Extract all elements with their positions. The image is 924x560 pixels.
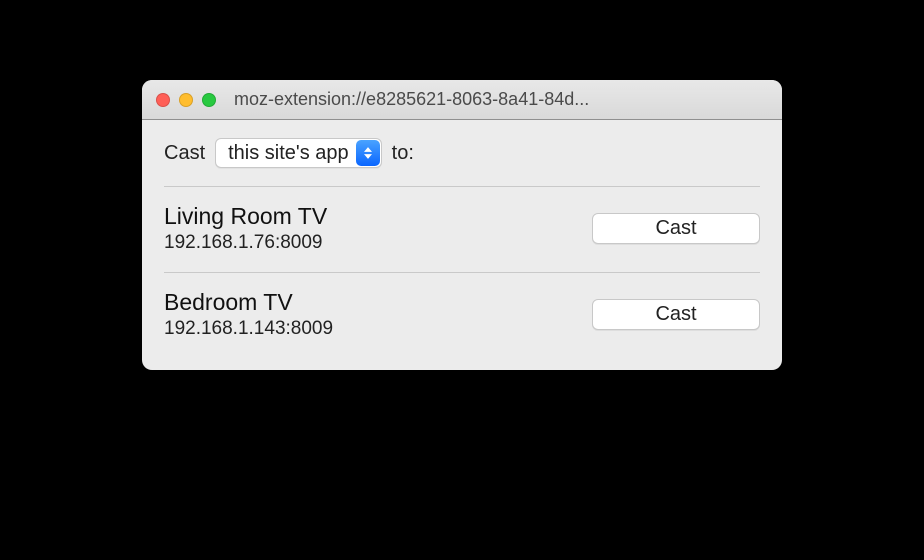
- traffic-lights: [156, 93, 216, 107]
- cast-suffix-label: to:: [392, 142, 414, 165]
- device-address: 192.168.1.143:8009: [164, 318, 592, 340]
- content: Cast this site's app to: Living Room TV …: [142, 120, 782, 370]
- cast-source-selected-label: this site's app: [228, 142, 349, 164]
- cast-button[interactable]: Cast: [592, 213, 760, 244]
- close-icon[interactable]: [156, 93, 170, 107]
- cast-source-select[interactable]: this site's app: [215, 138, 382, 168]
- device-row: Bedroom TV 192.168.1.143:8009 Cast: [164, 273, 760, 358]
- zoom-icon[interactable]: [202, 93, 216, 107]
- device-info: Living Room TV 192.168.1.76:8009: [164, 203, 592, 254]
- cast-prefix-label: Cast: [164, 142, 205, 165]
- titlebar[interactable]: moz-extension://e8285621-8063-8a41-84d..…: [142, 80, 782, 120]
- device-info: Bedroom TV 192.168.1.143:8009: [164, 289, 592, 340]
- popup-window: moz-extension://e8285621-8063-8a41-84d..…: [142, 80, 782, 370]
- minimize-icon[interactable]: [179, 93, 193, 107]
- device-name: Bedroom TV: [164, 289, 592, 316]
- cast-source-row: Cast this site's app to:: [164, 138, 760, 186]
- select-arrows-icon: [356, 140, 380, 166]
- device-row: Living Room TV 192.168.1.76:8009 Cast: [164, 187, 760, 272]
- device-name: Living Room TV: [164, 203, 592, 230]
- device-address: 192.168.1.76:8009: [164, 232, 592, 254]
- window-title: moz-extension://e8285621-8063-8a41-84d..…: [226, 89, 768, 110]
- cast-button[interactable]: Cast: [592, 299, 760, 330]
